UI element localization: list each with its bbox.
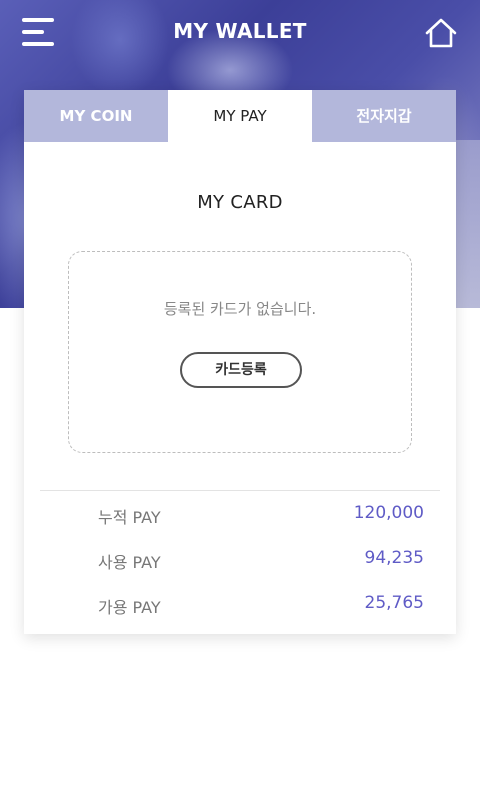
tab-e-wallet[interactable]: 전자지갑 [312, 90, 456, 142]
card-placeholder-box: 등록된 카드가 없습니다. 카드등록 [68, 251, 412, 453]
background-edge [456, 140, 480, 308]
summary-value: 25,765 [364, 593, 424, 613]
summary-label: 사용 PAY [98, 553, 161, 572]
summary-label: 가용 PAY [98, 598, 161, 617]
tab-my-coin[interactable]: MY COIN [24, 90, 168, 142]
empty-card-message: 등록된 카드가 없습니다. [163, 300, 317, 318]
page-title: MY WALLET [173, 19, 307, 43]
summary-label: 누적 PAY [98, 508, 161, 527]
home-icon[interactable] [424, 17, 458, 49]
divider [40, 490, 440, 491]
summary-value: 120,000 [353, 503, 424, 523]
summary-row-used: 사용 PAY 94,235 [24, 545, 456, 575]
my-card-title: MY CARD [197, 192, 283, 213]
tab-my-pay[interactable]: MY PAY [168, 90, 312, 142]
wallet-card: MY COIN MY PAY 전자지갑 MY CARD 등록된 카드가 없습니다… [24, 90, 456, 634]
wallet-tabs: MY COIN MY PAY 전자지갑 [24, 90, 456, 142]
register-card-button[interactable]: 카드등록 [180, 352, 302, 388]
app-header: MY WALLET [0, 0, 480, 66]
summary-value: 94,235 [364, 548, 424, 568]
summary-row-available: 가용 PAY 25,765 [24, 590, 456, 620]
summary-row-accumulated: 누적 PAY 120,000 [24, 500, 456, 530]
